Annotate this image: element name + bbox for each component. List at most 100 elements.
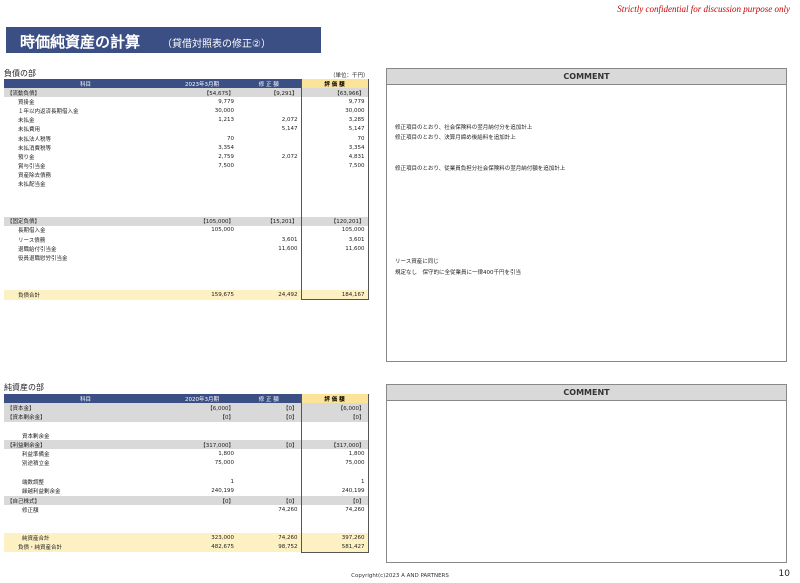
- account-cell: １年以内返済長期借入金: [18, 108, 79, 115]
- comment-line: 修正項目のとおり、決算月締め後給料を追加計上: [395, 135, 516, 141]
- valuation-cell: [300, 207, 369, 217]
- book-value-cell: [167, 505, 237, 514]
- account-cell: 【固定負債】: [4, 216, 167, 226]
- confidential-notice: Strictly confidential for discussion pur…: [617, 4, 790, 14]
- book-value-cell: 30,000: [214, 107, 234, 114]
- adjustment-cell: [237, 180, 301, 189]
- table-row: 【資本金】 【6,000】 【0】 【6,000】: [4, 403, 369, 413]
- account-cell: 未払消費税等: [18, 145, 52, 152]
- account-cell: 修正額: [22, 507, 39, 514]
- valuation-cell: [300, 179, 369, 190]
- book-value-cell: [167, 515, 237, 524]
- table-row: 買掛金 9,779 9,779: [4, 97, 369, 107]
- valuation-cell: 240,199: [300, 486, 369, 496]
- adjustment-cell: 2,072: [281, 153, 298, 160]
- equity-section-label: 純資産の部: [4, 383, 44, 392]
- book-value-cell: [167, 468, 237, 477]
- valuation-cell: 【63,966】: [300, 88, 369, 98]
- valuation-cell: [300, 468, 369, 478]
- adjustment-cell: [237, 198, 301, 207]
- table-row: [4, 262, 369, 272]
- book-value-cell: [167, 422, 237, 431]
- account-cell: 未払法人税等: [18, 136, 52, 143]
- col-header-account: 科目: [4, 394, 167, 403]
- page-title-banner: 時価純資産の計算 （貸借対照表の修正②）: [6, 27, 321, 53]
- table-row: 繰越利益剰余金 240,199 240,199: [4, 486, 369, 496]
- table-row: 未払費用 5,147 5,147: [4, 124, 369, 134]
- book-value-cell: [167, 244, 237, 253]
- account-cell: [4, 263, 167, 272]
- account-cell: 【資本剰余金】: [4, 412, 167, 422]
- account-cell: 端数調整: [22, 480, 45, 487]
- book-value-cell: 1,800: [218, 451, 234, 458]
- table-row: [4, 207, 369, 217]
- book-value-cell: 7,500: [218, 163, 234, 170]
- valuation-cell: 【0】: [300, 495, 369, 506]
- adjustment-cell: [237, 431, 301, 440]
- adjustment-cell: 【0】: [237, 412, 301, 422]
- book-value-cell: [167, 198, 237, 207]
- account-cell: 未払金: [18, 118, 35, 125]
- table-row: 未払法人税等 70 70: [4, 133, 369, 144]
- adjustment-cell: 【15,201】: [237, 216, 301, 226]
- adjustment-cell: 98,752: [237, 542, 301, 553]
- table-row: 未払消費税等 3,354 3,354: [4, 143, 369, 153]
- account-cell: [4, 515, 167, 524]
- table-row: 預り金 2,759 2,072 4,831: [4, 152, 369, 162]
- valuation-cell: 【6,000】: [300, 403, 369, 413]
- table-row: 【自己株式】 【0】 【0】 【0】: [4, 495, 369, 506]
- book-value-cell: 【6,000】: [167, 403, 237, 413]
- col-header-valuation: 評 価 額: [300, 79, 369, 88]
- valuation-cell: 1,800: [300, 449, 369, 459]
- book-value-cell: 【105,000】: [167, 216, 237, 226]
- adjustment-cell: [237, 226, 301, 235]
- adjustment-cell: 【0】: [237, 440, 301, 450]
- book-value-cell: 105,000: [211, 227, 234, 234]
- table-row: [4, 514, 369, 524]
- account-cell: 純資産合計: [4, 533, 167, 543]
- book-value-cell: [167, 235, 237, 244]
- comment-line: リース資産に同じ: [395, 259, 439, 265]
- table-row: [4, 523, 369, 534]
- valuation-cell: [300, 271, 369, 281]
- valuation-cell: [300, 430, 369, 441]
- liabilities-table: 科目 2023年3月期 修 正 額 評 価 額 【流動負債】 【54,675】 【9…: [4, 79, 369, 301]
- valuation-cell: [300, 421, 369, 431]
- adjustment-cell: [237, 459, 301, 468]
- table-row: 負債・純資産合計 482,675 98,752 581,427: [4, 542, 369, 553]
- table-row: [4, 271, 369, 281]
- adjustment-cell: [237, 422, 301, 431]
- valuation-cell: 75,000: [300, 458, 369, 469]
- valuation-cell: 11,600: [300, 244, 369, 254]
- valuation-cell: [300, 189, 369, 199]
- valuation-cell: 【317,000】: [300, 440, 369, 450]
- valuation-cell: 3,354: [300, 143, 369, 153]
- book-value-cell: [167, 263, 237, 272]
- liabilities-comment-box: COMMENT: [386, 68, 787, 362]
- page-subtitle: （貸借対照表の修正②）: [162, 39, 271, 50]
- adjustment-cell: 【0】: [237, 403, 301, 413]
- adjustment-cell: 2,072: [281, 117, 298, 124]
- account-cell: 繰越利益剰余金: [22, 489, 61, 496]
- book-value-cell: [167, 253, 237, 262]
- account-cell: [4, 272, 167, 281]
- book-value-cell: 【0】: [167, 495, 237, 506]
- account-cell: 資産除去債務: [18, 173, 52, 180]
- adjustment-cell: [237, 263, 301, 272]
- adjustment-cell: [237, 253, 301, 262]
- adjustment-cell: [237, 515, 301, 524]
- table-row: 端数調整 1 1: [4, 477, 369, 487]
- adjustment-cell: 3,601: [281, 236, 298, 243]
- equity-table: 科目 2020年3月期 修 正 額 評 価 額 【資本金】 【6,000】 【0】【…: [4, 394, 369, 553]
- account-cell: 資本剰余金: [22, 433, 50, 440]
- book-value-cell: 75,000: [214, 460, 234, 467]
- valuation-cell: 【0】: [300, 412, 369, 422]
- comment-line: 規定なし 保守的に全従業員に一律400千円を引当: [395, 270, 521, 276]
- table-row: １年以内返済長期借入金 30,000 30,000: [4, 106, 369, 116]
- page-number: 10: [778, 569, 790, 579]
- table-row: [4, 189, 369, 199]
- book-value-cell: 70: [227, 135, 234, 142]
- valuation-cell: 74,260: [300, 505, 369, 515]
- table-row: 退職給付引当金 11,600 11,600: [4, 244, 369, 254]
- adjustment-cell: [237, 207, 301, 216]
